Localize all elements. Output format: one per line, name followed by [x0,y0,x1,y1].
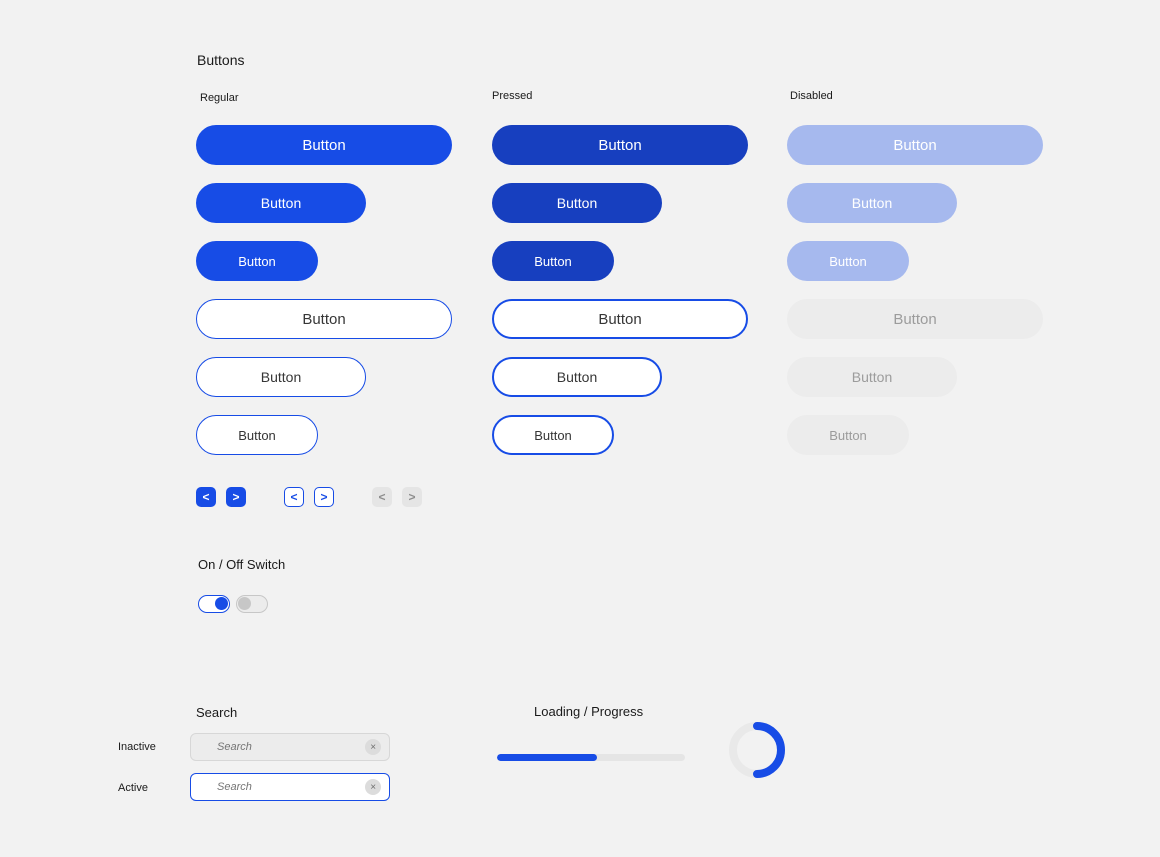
disabled-filled-button-small: Button [787,241,909,281]
toggle-switch-on[interactable] [198,595,230,613]
pressed-filled-button-small[interactable]: Button [492,241,614,281]
switch-section-title: On / Off Switch [198,557,285,572]
column-header-pressed: Pressed [492,90,532,102]
pressed-outlined-button-small[interactable]: Button [492,415,614,455]
pressed-filled-button-medium[interactable]: Button [492,183,662,223]
progress-bar [497,754,685,761]
chevron-right-icon: > [232,490,239,504]
arrow-prev-disabled: < [372,487,392,507]
search-active-label: Active [118,782,148,794]
chevron-right-icon: > [408,490,415,504]
chevron-left-icon: < [378,490,385,504]
chevron-left-icon: < [290,490,297,504]
close-icon[interactable]: × [365,739,381,755]
chevron-right-icon: > [320,490,327,504]
arrow-next-filled[interactable]: > [226,487,246,507]
search-input-inactive[interactable]: × [190,733,390,761]
column-header-disabled: Disabled [790,90,833,102]
toggle-switch-off[interactable] [236,595,268,613]
progress-bar-fill [497,754,597,761]
disabled-outlined-button-small: Button [787,415,909,455]
search-input[interactable] [217,741,365,753]
search-inactive-label: Inactive [118,741,156,753]
regular-filled-button-large[interactable]: Button [196,125,452,165]
arrow-prev-filled[interactable]: < [196,487,216,507]
loading-section-title: Loading / Progress [534,704,643,719]
disabled-filled-button-large: Button [787,125,1043,165]
disabled-outlined-button-large: Button [787,299,1043,339]
regular-outlined-button-medium[interactable]: Button [196,357,366,397]
arrow-prev-outlined[interactable]: < [284,487,304,507]
column-header-regular: Regular [200,92,239,104]
pressed-outlined-button-large[interactable]: Button [492,299,748,339]
switch-knob [215,597,228,610]
chevron-left-icon: < [202,490,209,504]
arrow-next-disabled: > [402,487,422,507]
disabled-outlined-button-medium: Button [787,357,957,397]
search-section-title: Search [196,705,237,720]
regular-outlined-button-large[interactable]: Button [196,299,452,339]
regular-filled-button-small[interactable]: Button [196,241,318,281]
loading-spinner-icon [725,718,789,782]
arrow-next-outlined[interactable]: > [314,487,334,507]
regular-filled-button-medium[interactable]: Button [196,183,366,223]
close-icon[interactable]: × [365,779,381,795]
pressed-outlined-button-medium[interactable]: Button [492,357,662,397]
buttons-section-title: Buttons [197,52,244,68]
switch-knob [238,597,251,610]
disabled-filled-button-medium: Button [787,183,957,223]
search-input-active[interactable]: × [190,773,390,801]
search-input[interactable] [217,781,365,793]
pressed-filled-button-large[interactable]: Button [492,125,748,165]
regular-outlined-button-small[interactable]: Button [196,415,318,455]
